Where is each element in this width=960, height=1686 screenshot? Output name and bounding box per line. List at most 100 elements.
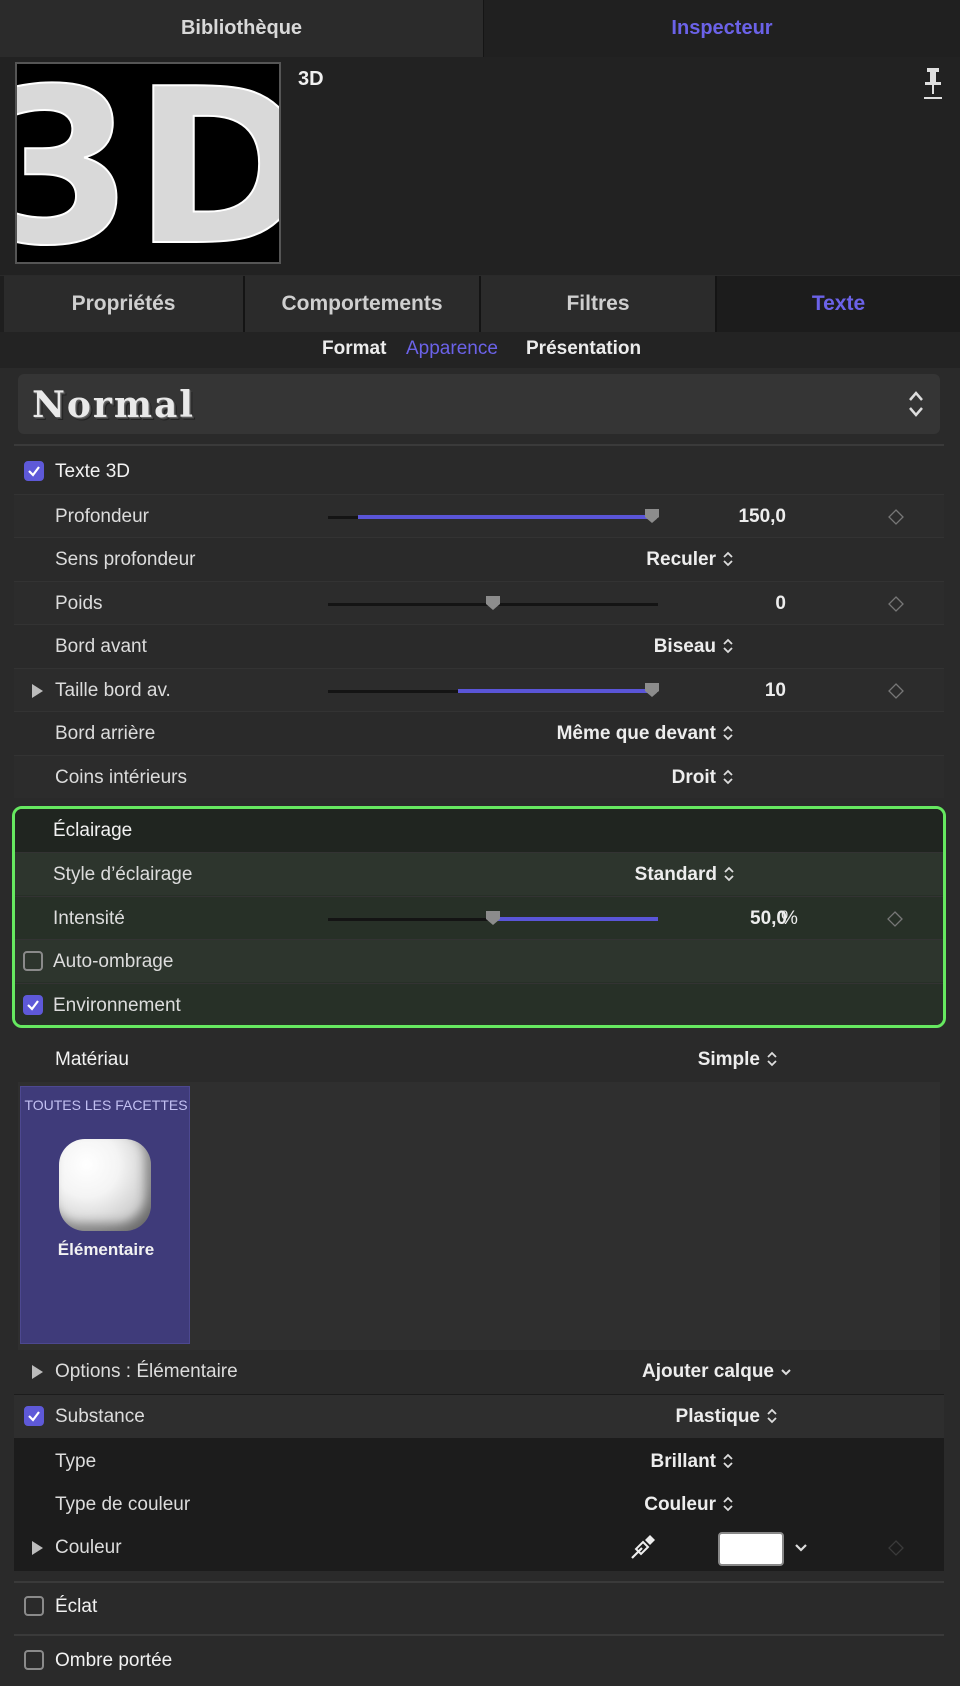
chevron-down-icon [781, 1369, 791, 1376]
intensity-slider[interactable] [328, 911, 658, 925]
front-edge-size-row: Taille bord av. 10 [14, 668, 944, 711]
lighting-style-value: Standard [634, 864, 717, 885]
intensity-slider-fill [493, 917, 658, 921]
color-type-popup[interactable]: Couleur [644, 1494, 734, 1516]
text3d-checkbox[interactable] [24, 461, 44, 481]
inspector-tab-bar: Propriétés Comportements Filtres Texte [0, 276, 960, 332]
glow-label: Éclat [55, 1596, 98, 1617]
substance-type-label: Type [55, 1451, 97, 1472]
back-edge-popup[interactable]: Même que devant [557, 723, 734, 745]
slider-knob-icon[interactable] [644, 508, 660, 524]
up-down-chevron-icon [906, 388, 926, 420]
tab-library[interactable]: Bibliothèque [0, 0, 484, 57]
inner-corners-row: Coins intérieurs Droit [14, 755, 944, 798]
color-type-label: Type de couleur [55, 1494, 191, 1515]
slider-knob-icon[interactable] [485, 910, 501, 926]
inner-corners-value: Droit [671, 767, 716, 788]
front-edge-size-label: Taille bord av. [55, 680, 171, 701]
tab-inspector[interactable]: Inspecteur [484, 0, 960, 57]
color-type-row: Type de couleur Couleur [14, 1483, 944, 1526]
add-layer-menu[interactable]: Ajouter calque [642, 1361, 792, 1383]
drop-shadow-label: Ombre portée [55, 1650, 173, 1671]
substance-type-value: Brillant [650, 1451, 716, 1472]
subtab-format[interactable]: Format [322, 338, 386, 360]
color-row: Couleur [14, 1526, 944, 1569]
thumbnail-3d-text: 3D [17, 64, 279, 262]
substance-popup[interactable]: Plastique [676, 1406, 778, 1428]
keyframe-diamond-icon[interactable] [888, 509, 904, 525]
keyframe-diamond-icon[interactable] [888, 683, 904, 699]
depth-direction-popup[interactable]: Reculer [646, 549, 734, 571]
depth-row: Profondeur 150,0 [14, 494, 944, 537]
depth-slider[interactable] [328, 509, 659, 523]
material-value: Simple [697, 1049, 760, 1070]
eyedropper-icon[interactable] [628, 1534, 656, 1562]
up-down-chevron-icon [723, 769, 733, 785]
slider-knob-icon[interactable] [485, 595, 501, 611]
object-name: 3D [298, 68, 324, 90]
keyframe-diamond-icon[interactable] [888, 1540, 904, 1556]
slider-knob-icon[interactable] [644, 682, 660, 698]
substance-checkbox[interactable] [24, 1406, 44, 1426]
disclosure-triangle-icon[interactable] [32, 684, 43, 698]
lighting-style-row: Style d’éclairage Standard [15, 852, 943, 895]
weight-slider[interactable] [328, 596, 658, 610]
material-popup[interactable]: Simple [698, 1049, 778, 1071]
subtab-layout[interactable]: Présentation [526, 338, 641, 360]
lighting-group: Éclairage Style d’éclairage Standard Int… [12, 806, 946, 1028]
text-sub-tabs: Format Apparence Présentation [0, 332, 960, 368]
color-type-value: Couleur [644, 1494, 716, 1515]
chevron-down-icon[interactable] [794, 1538, 808, 1556]
weight-label: Poids [55, 593, 103, 614]
front-edge-size-value[interactable]: 10 [765, 680, 786, 702]
lighting-header-row: Éclairage [15, 809, 943, 852]
tab-properties[interactable]: Propriétés [4, 276, 245, 332]
appearance-preset-popup[interactable]: Normal [18, 374, 940, 434]
material-card-name: Élémentaire [57, 1240, 155, 1259]
pin-icon[interactable] [922, 66, 944, 100]
material-options-label: Options : Élémentaire [55, 1361, 238, 1382]
preset-label: Normal [32, 384, 195, 426]
add-layer-label: Ajouter calque [642, 1361, 774, 1382]
material-layer-card[interactable]: TOUTES LES FACETTES Élémentaire [20, 1086, 190, 1344]
lighting-style-popup[interactable]: Standard [635, 864, 735, 886]
subtab-appearance[interactable]: Apparence [406, 338, 498, 360]
depth-direction-label: Sens profondeur [55, 549, 196, 570]
disclosure-triangle-icon[interactable] [32, 1541, 43, 1555]
substance-type-popup[interactable]: Brillant [651, 1451, 734, 1473]
front-edge-popup[interactable]: Biseau [654, 636, 734, 658]
weight-value[interactable]: 0 [775, 593, 786, 615]
environment-label: Environnement [53, 995, 181, 1016]
up-down-chevron-icon [724, 866, 734, 882]
keyframe-diamond-icon[interactable] [888, 596, 904, 612]
depth-value[interactable]: 150,0 [738, 506, 786, 528]
depth-direction-value: Reculer [646, 549, 716, 570]
up-down-chevron-icon [723, 551, 733, 567]
back-edge-value: Même que devant [556, 723, 716, 744]
drop-shadow-checkbox[interactable] [24, 1650, 44, 1670]
depth-slider-fill [358, 515, 652, 519]
self-shadows-checkbox[interactable] [23, 951, 43, 971]
keyframe-diamond-icon[interactable] [887, 911, 903, 927]
glow-checkbox[interactable] [24, 1596, 44, 1616]
front-edge-size-slider[interactable] [328, 683, 659, 697]
up-down-chevron-icon [723, 1453, 733, 1469]
substance-value: Plastique [675, 1406, 760, 1427]
color-swatch[interactable] [718, 1532, 784, 1566]
disclosure-triangle-icon[interactable] [32, 1365, 43, 1379]
material-label: Matériau [55, 1049, 129, 1070]
lighting-style-label: Style d’éclairage [53, 864, 193, 885]
tab-text[interactable]: Texte [717, 276, 960, 332]
environment-checkbox[interactable] [23, 995, 43, 1015]
tab-filters[interactable]: Filtres [481, 276, 717, 332]
intensity-label: Intensité [53, 908, 125, 929]
text3d-header-row: Texte 3D [14, 450, 944, 493]
top-tab-bar: Bibliothèque Inspecteur [0, 0, 960, 57]
tab-behaviors[interactable]: Comportements [245, 276, 481, 332]
inner-corners-popup[interactable]: Droit [672, 767, 734, 789]
depth-label: Profondeur [55, 506, 150, 527]
front-edge-value: Biseau [653, 636, 716, 657]
back-edge-label: Bord arrière [55, 723, 156, 744]
drop-shadow-row: Ombre portée [14, 1639, 944, 1682]
back-edge-row: Bord arrière Même que devant [14, 711, 944, 754]
